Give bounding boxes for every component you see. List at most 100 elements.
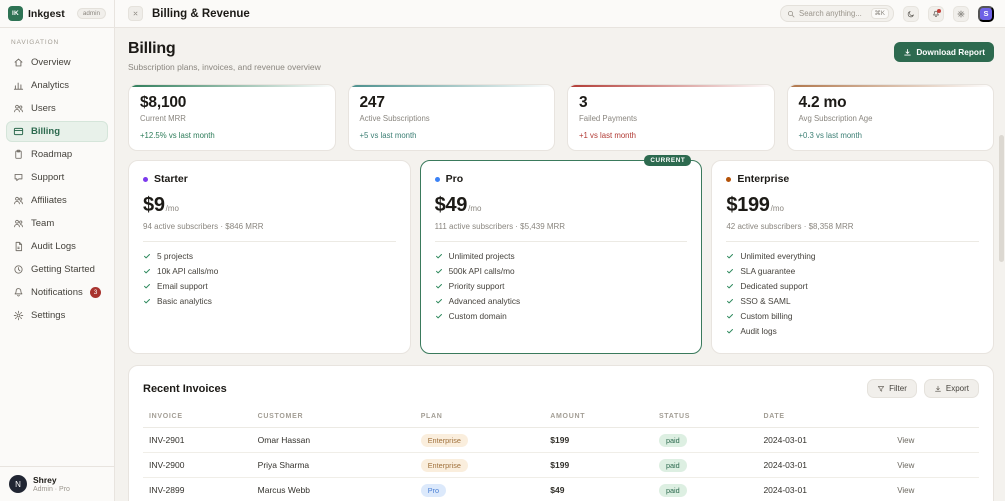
date-cell: 2024-03-01 [757,452,892,478]
sidebar-item-notifications[interactable]: Notifications 3 [6,282,108,303]
check-icon [726,327,734,335]
doc-icon [13,241,24,252]
check-icon [143,252,151,260]
search-input[interactable] [799,9,867,18]
search-icon [787,10,795,18]
check-icon [726,297,734,305]
sidebar-item-analytics[interactable]: Analytics [6,75,108,96]
stat-accent-bar [787,85,993,87]
stat-label: Failed Payments [579,114,638,123]
stat-card: 3 Failed Payments +1 vs last month [567,84,775,151]
table-row[interactable]: INV-2900 Priya Sharma Enterprise $199 pa… [143,452,979,478]
date-cell: 2024-03-01 [757,427,892,453]
sidebar-item-label: Settings [31,310,66,321]
check-icon [435,312,443,320]
notifications-button[interactable] [928,5,944,22]
amount-cell: $199 [544,427,653,453]
sidebar-item-users[interactable]: Users [6,98,108,119]
main-content: Billing Subscription plans, invoices, an… [115,28,1005,501]
chat-icon [13,172,24,183]
recent-invoices-panel: Recent Invoices Filter Export INVOICE CUS… [128,365,994,501]
view-link[interactable]: View [891,452,979,478]
stat-value: 4.2 mo [798,94,847,111]
sidebar-item-team[interactable]: Team [6,213,108,234]
plan-period: /mo [165,204,179,213]
account-avatar[interactable]: S [978,5,994,22]
search-box[interactable]: ⌘K [780,5,894,22]
plan-feature-label: Dedicated support [740,281,808,291]
view-link[interactable]: View [891,477,979,501]
stat-card: $8,100 Current MRR +12.5% vs last month [128,84,336,151]
user-role: Admin · Pro [33,486,70,493]
column-header: AMOUNT [544,409,653,428]
table-header-row: INVOICE CUSTOMER PLAN AMOUNT STATUS DATE [143,409,979,428]
plan-name: Pro [445,173,464,185]
stats-row: $8,100 Current MRR +12.5% vs last month … [128,84,994,151]
plan-feature: SLA guarantee [726,266,979,276]
sidebar-item-audit-logs[interactable]: Audit Logs [6,236,108,257]
check-icon [435,282,443,290]
stat-value: 247 [359,94,385,111]
scrollbar-thumb[interactable] [999,135,1004,262]
sidebar-nav: Overview Analytics Users Billing Roadmap… [0,50,114,466]
sidebar-item-affiliates[interactable]: Affiliates [6,190,108,211]
sidebar-item-label: Notifications [31,287,83,298]
check-icon [435,297,443,305]
stat-accent-bar [568,85,774,87]
filter-button[interactable]: Filter [867,379,917,398]
sidebar-item-getting-started[interactable]: Getting Started [6,259,108,280]
plan-color-dot [143,176,148,182]
download-report-button[interactable]: Download Report [894,42,994,62]
customer-cell: Omar Hassan [251,427,415,453]
sidebar-item-label: Team [31,218,55,229]
sidebar-item-support[interactable]: Support [6,167,108,188]
divider [726,241,979,242]
page-subtitle: Subscription plans, invoices, and revenu… [128,62,321,72]
check-icon [143,297,151,305]
sidebar-item-overview[interactable]: Overview [6,52,108,73]
tab-title: Billing & Revenue [152,7,250,20]
sidebar-item-label: Getting Started [31,264,95,275]
home-icon [13,57,24,68]
sidebar-item-roadmap[interactable]: Roadmap [6,144,108,165]
close-tab-button[interactable] [128,6,143,21]
page-title: Billing [128,40,176,57]
sidebar-item-settings[interactable]: Settings [6,305,108,326]
plan-period: /mo [468,204,482,213]
user-avatar: N [9,475,27,493]
check-icon [435,252,443,260]
close-icon [132,10,139,17]
stat-accent-bar [129,85,335,87]
sidebar-item-billing[interactable]: Billing [6,121,108,142]
status-badge: paid [658,433,687,447]
divider [143,241,396,242]
check-icon [143,282,151,290]
invoice-id-cell: INV-2899 [143,477,252,501]
table-row[interactable]: INV-2899 Marcus Webb Pro $49 paid 2024-0… [143,477,979,501]
view-link[interactable]: View [891,427,979,453]
theme-toggle-button[interactable] [903,5,919,22]
current-plan-badge: CURRENT [644,155,692,166]
table-row[interactable]: INV-2901 Omar Hassan Enterprise $199 pai… [143,427,979,453]
invoice-id-cell: INV-2901 [143,427,252,453]
chart-icon [13,80,24,91]
user-footer[interactable]: N Shrey Admin · Pro [0,466,114,501]
plans-row: Starter $9 /mo 94 active subscribers · $… [128,155,994,354]
check-icon [726,282,734,290]
stat-value: $8,100 [140,94,187,111]
app-window: IK Inkgest admin NAVIGATION Overview Ana… [0,0,1005,501]
stat-label: Active Subscriptions [359,114,430,123]
check-icon [726,267,734,275]
settings-button[interactable] [953,5,969,22]
plan-feature: Audit logs [726,326,979,336]
check-icon [726,312,734,320]
plan-feature-label: Basic analytics [157,296,212,306]
brand-header: IK Inkgest admin [0,0,114,28]
clipboard-icon [13,149,24,160]
export-button[interactable]: Export [923,379,979,398]
stat-value: 3 [579,94,588,111]
column-header: INVOICE [143,409,252,428]
plan-badge: Enterprise [420,458,468,472]
stat-card: 247 Active Subscriptions +5 vs last mont… [347,84,555,151]
plan-card-starter: Starter $9 /mo 94 active subscribers · $… [128,160,411,354]
